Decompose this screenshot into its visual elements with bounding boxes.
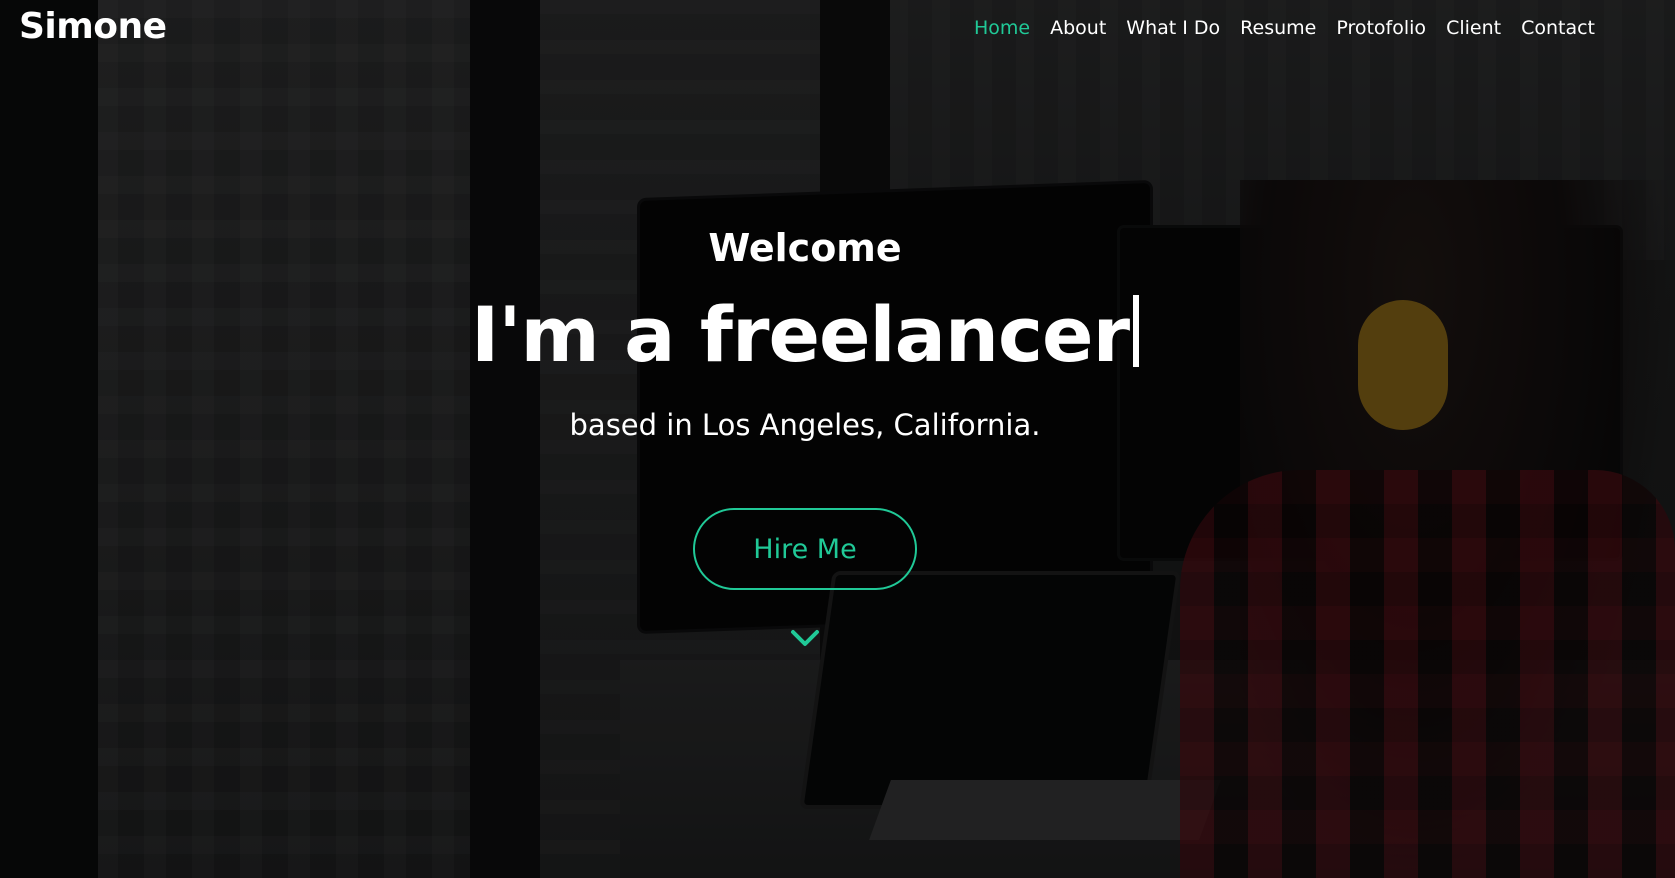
headline-text: I'm a freelancer	[470, 290, 1130, 379]
hire-me-button[interactable]: Hire Me	[693, 508, 917, 590]
hero-headline: I'm a freelancer	[0, 290, 1610, 380]
chevron-down-icon	[791, 630, 819, 646]
location-text: based in Los Angeles, California.	[569, 408, 1041, 442]
hero-section: Simone Home About What I Do Resume Proto…	[0, 0, 1675, 878]
scroll-down-link[interactable]	[788, 626, 822, 650]
welcome-heading: Welcome	[708, 226, 902, 270]
typing-cursor	[1133, 295, 1140, 367]
hero-content: Welcome I'm a freelancer based in Los An…	[0, 0, 1610, 878]
